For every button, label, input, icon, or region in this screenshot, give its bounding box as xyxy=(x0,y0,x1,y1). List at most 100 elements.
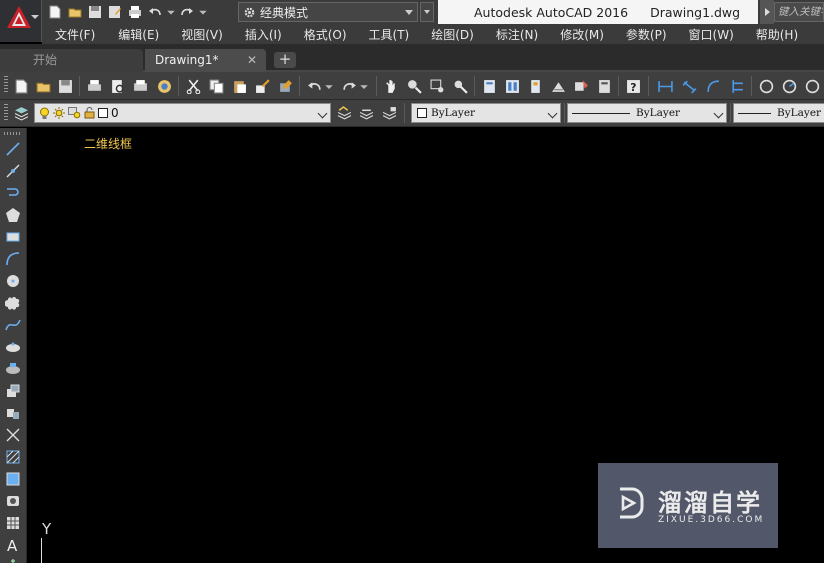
lineweight-dropdown[interactable]: ByLayer xyxy=(733,103,824,123)
menu-dimension[interactable]: 标注(N) xyxy=(496,26,538,43)
redo-dropdown-icon[interactable] xyxy=(359,77,369,95)
design-center-icon[interactable] xyxy=(503,77,521,95)
ellipse-arc-icon[interactable] xyxy=(4,360,22,378)
workspace-switcher[interactable]: 经典模式 xyxy=(238,2,418,22)
menu-edit[interactable]: 编辑(E) xyxy=(118,26,159,43)
zoom-previous-icon[interactable] xyxy=(451,77,469,95)
color-dropdown[interactable]: ByLayer xyxy=(411,103,561,123)
help-icon[interactable]: ? xyxy=(624,77,642,95)
diameter-dimension-icon[interactable] xyxy=(803,77,821,95)
tab-label: Drawing1* xyxy=(155,53,219,67)
plot-icon[interactable] xyxy=(85,77,103,95)
block-editor-icon[interactable] xyxy=(276,77,294,95)
open-icon[interactable] xyxy=(34,77,52,95)
print-icon[interactable] xyxy=(126,3,144,21)
save-as-icon[interactable] xyxy=(106,3,124,21)
layer-properties-icon[interactable] xyxy=(12,104,30,122)
zoom-window-icon[interactable] xyxy=(428,77,446,95)
close-icon[interactable]: ✕ xyxy=(247,49,257,71)
menu-format[interactable]: 格式(O) xyxy=(304,26,347,43)
paste-icon[interactable] xyxy=(230,77,248,95)
properties-icon[interactable] xyxy=(480,77,498,95)
menu-help[interactable]: 帮助(H) xyxy=(756,26,798,43)
point-icon[interactable] xyxy=(4,426,22,444)
markup-icon[interactable] xyxy=(572,77,590,95)
undo-icon[interactable] xyxy=(305,77,323,95)
menu-draw[interactable]: 绘图(D) xyxy=(431,26,474,43)
toolbar-grip[interactable] xyxy=(4,76,8,94)
save-icon[interactable] xyxy=(86,3,104,21)
tool-palettes-icon[interactable] xyxy=(526,77,544,95)
multiline-text-icon[interactable]: A xyxy=(4,536,22,554)
cut-icon[interactable] xyxy=(184,77,202,95)
table-icon[interactable] xyxy=(4,514,22,532)
save-icon[interactable] xyxy=(56,77,74,95)
layer-state-icon[interactable] xyxy=(380,104,398,122)
make-current-layer-icon[interactable] xyxy=(335,104,353,122)
open-icon[interactable] xyxy=(66,3,84,21)
search-input[interactable]: 键入关键字或短语 xyxy=(774,2,824,22)
line-icon[interactable] xyxy=(4,140,22,158)
tab-start[interactable]: 开始 xyxy=(0,49,143,72)
sheet-set-icon[interactable] xyxy=(549,77,567,95)
undo-dropdown-icon[interactable] xyxy=(166,3,176,21)
menu-parametric[interactable]: 参数(P) xyxy=(626,26,667,43)
jogged-dimension-icon[interactable] xyxy=(780,77,798,95)
circle-icon[interactable] xyxy=(4,272,22,290)
plot-preview-icon[interactable] xyxy=(108,77,126,95)
tab-drawing1[interactable]: Drawing1* ✕ xyxy=(145,49,266,72)
add-selected-icon[interactable] xyxy=(4,556,22,563)
new-icon[interactable] xyxy=(46,3,64,21)
menu-view[interactable]: 视图(V) xyxy=(181,26,223,43)
undo-icon[interactable] xyxy=(146,3,164,21)
layer-dropdown[interactable]: 0 xyxy=(34,103,331,123)
region-icon[interactable] xyxy=(4,492,22,510)
menu-insert[interactable]: 插入(I) xyxy=(245,26,282,43)
quick-access-toolbar xyxy=(46,2,208,22)
arc-icon[interactable] xyxy=(4,250,22,268)
undo-dropdown-icon[interactable] xyxy=(324,77,334,95)
arc-length-icon[interactable] xyxy=(704,77,722,95)
chevron-down-icon xyxy=(713,108,724,119)
customize-qat-button[interactable] xyxy=(420,2,434,22)
make-block-icon[interactable] xyxy=(4,404,22,422)
revision-cloud-icon[interactable] xyxy=(4,294,22,312)
toolbar-grip[interactable] xyxy=(4,132,22,135)
ellipse-icon[interactable] xyxy=(4,338,22,356)
calculator-icon[interactable] xyxy=(595,77,613,95)
linetype-dropdown[interactable]: ByLayer xyxy=(567,103,727,123)
zoom-realtime-icon[interactable] xyxy=(405,77,423,95)
spline-icon[interactable] xyxy=(4,316,22,334)
redo-dropdown-icon[interactable] xyxy=(198,3,208,21)
redo-icon[interactable] xyxy=(178,3,196,21)
layer-previous-icon[interactable] xyxy=(357,104,375,122)
polyline-icon[interactable] xyxy=(4,184,22,202)
menu-tools[interactable]: 工具(T) xyxy=(369,26,410,43)
polygon-icon[interactable] xyxy=(4,206,22,224)
3d-print-icon[interactable] xyxy=(155,77,173,95)
publish-icon[interactable] xyxy=(131,77,149,95)
pan-icon[interactable] xyxy=(382,77,400,95)
copy-icon[interactable] xyxy=(207,77,225,95)
linear-dimension-icon[interactable] xyxy=(656,77,674,95)
expand-search-button[interactable] xyxy=(760,0,774,24)
visual-style-label[interactable]: 二维线框 xyxy=(84,135,132,152)
application-menu-button[interactable] xyxy=(0,0,42,42)
radius-dimension-icon[interactable] xyxy=(757,77,775,95)
new-icon[interactable] xyxy=(12,77,30,95)
construction-line-icon[interactable] xyxy=(4,162,22,180)
redo-icon[interactable] xyxy=(340,77,358,95)
new-tab-button[interactable]: + xyxy=(274,52,296,68)
rectangle-icon[interactable] xyxy=(4,228,22,246)
ordinate-dimension-icon[interactable] xyxy=(728,77,746,95)
menu-window[interactable]: 窗口(W) xyxy=(689,26,734,43)
toolbar-grip[interactable] xyxy=(4,104,8,122)
hatch-icon[interactable] xyxy=(4,448,22,466)
gradient-icon[interactable] xyxy=(4,470,22,488)
match-properties-icon[interactable] xyxy=(253,77,271,95)
menu-modify[interactable]: 修改(M) xyxy=(560,26,604,43)
document-name: Drawing1.dwg xyxy=(650,4,741,20)
insert-block-icon[interactable] xyxy=(4,382,22,400)
aligned-dimension-icon[interactable] xyxy=(680,77,698,95)
menu-file[interactable]: 文件(F) xyxy=(55,26,95,43)
